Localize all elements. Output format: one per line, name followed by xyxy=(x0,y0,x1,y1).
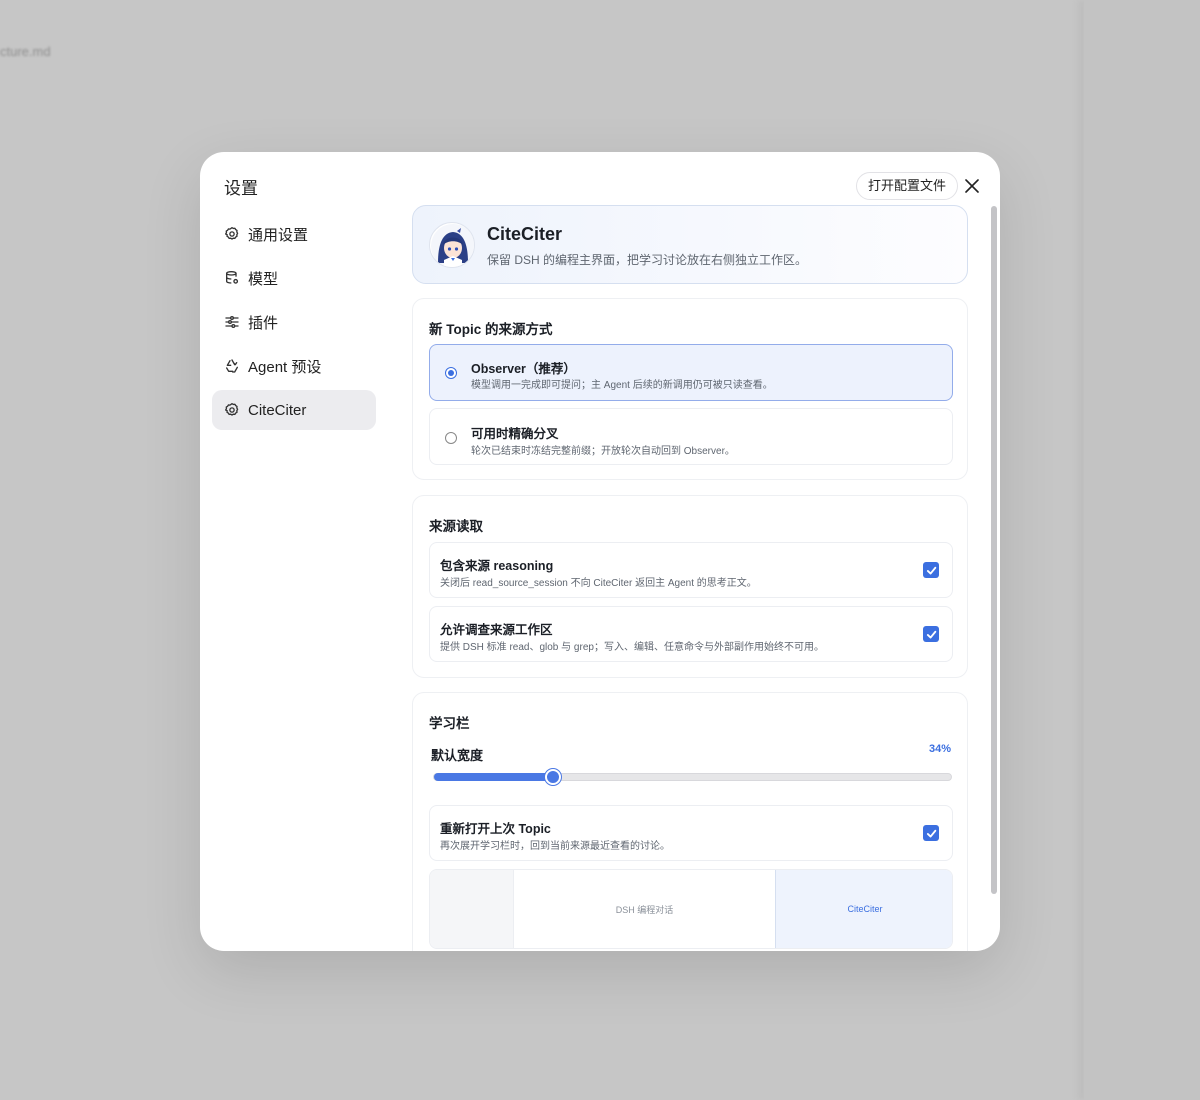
radio-button[interactable] xyxy=(445,432,457,444)
preview-main-label: DSH 编程对话 xyxy=(615,904,674,915)
sidebar-item-general[interactable]: 通用设置 xyxy=(212,214,376,254)
slider-thumb[interactable] xyxy=(544,769,561,785)
setting-row-reopen-topic: 重新打开上次 Topic 再次展开学习栏时，回到当前来源最近查看的讨论。 xyxy=(429,805,953,861)
option-observer[interactable]: Observer（推荐） 模型调用一完成即可提问；主 Agent 后续的新调用仍… xyxy=(429,344,953,401)
content-scrollbar[interactable] xyxy=(991,206,997,894)
reopen-topic-checkbox[interactable] xyxy=(923,825,939,841)
section-title: 学习栏 xyxy=(429,716,470,731)
option-desc: 模型调用一完成即可提问；主 Agent 后续的新调用仍可被只读查看。 xyxy=(471,380,773,391)
plugin-subtitle: 保留 DSH 的编程主界面，把学习讨论放在右侧独立工作区。 xyxy=(487,253,808,267)
gear-icon xyxy=(224,226,240,242)
sidebar-item-agent-presets[interactable]: Agent 预设 xyxy=(212,346,376,386)
radio-button[interactable] xyxy=(445,367,457,379)
checkmark-icon xyxy=(926,566,936,574)
section-title: 新 Topic 的来源方式 xyxy=(429,322,553,337)
setting-row-allow-workspace: 允许调查来源工作区 提供 DSH 标准 read、glob 与 grep；写入、… xyxy=(429,606,953,662)
setting-desc: 关闭后 read_source_session 不向 CiteCiter 返回主… xyxy=(440,578,757,589)
topic-source-card: 新 Topic 的来源方式 Observer（推荐） 模型调用一完成即可提问；主… xyxy=(412,298,968,480)
allow-workspace-checkbox[interactable] xyxy=(923,626,939,642)
close-button[interactable] xyxy=(962,176,982,196)
sidebar-item-label: 模型 xyxy=(248,270,279,288)
gear-icon xyxy=(224,402,240,418)
open-config-file-button[interactable]: 打开配置文件 xyxy=(856,172,959,200)
sliders-icon xyxy=(224,314,240,330)
option-precise-fork[interactable]: 可用时精确分叉 轮次已结束时冻结完整前缀；开放轮次自动回到 Observer。 xyxy=(429,408,953,465)
section-title: 来源读取 xyxy=(429,519,483,534)
checkmark-icon xyxy=(926,829,936,837)
background-right-panel xyxy=(1084,0,1200,1100)
source-read-card: 来源读取 包含来源 reasoning 关闭后 read_source_sess… xyxy=(412,495,968,678)
setting-desc: 再次展开学习栏时，回到当前来源最近查看的讨论。 xyxy=(440,841,670,852)
sidebar-item-plugins[interactable]: 插件 xyxy=(212,302,376,342)
setting-row-include-reasoning: 包含来源 reasoning 关闭后 read_source_session 不… xyxy=(429,542,953,598)
plugin-header-card: CiteCiter 保留 DSH 的编程主界面，把学习讨论放在右侧独立工作区。 xyxy=(412,205,968,284)
option-title: Observer（推荐） xyxy=(471,362,576,376)
sidebar-item-label: 插件 xyxy=(248,314,279,332)
setting-title: 包含来源 reasoning xyxy=(440,559,554,573)
sidebar-item-label: CiteCiter xyxy=(248,401,307,419)
checkmark-icon xyxy=(926,630,936,638)
option-title: 可用时精确分叉 xyxy=(471,427,559,441)
setting-desc: 提供 DSH 标准 read、glob 与 grep；写入、编辑、任意命令与外部… xyxy=(440,642,824,653)
default-width-value: 34% xyxy=(929,743,952,755)
setting-title: 允许调查来源工作区 xyxy=(440,623,553,637)
option-desc: 轮次已结束时冻结完整前缀；开放轮次自动回到 Observer。 xyxy=(471,446,735,457)
setting-title: 重新打开上次 Topic xyxy=(440,822,551,836)
default-width-slider[interactable] xyxy=(433,769,952,785)
sidebar-item-label: 通用设置 xyxy=(248,226,309,244)
settings-content: CiteCiter 保留 DSH 的编程主界面，把学习讨论放在右侧独立工作区。 … xyxy=(412,205,968,951)
close-icon xyxy=(965,179,979,193)
modal-title: 设置 xyxy=(224,179,258,198)
preview-side-label: CiteCiter xyxy=(775,870,952,948)
settings-sidebar: 通用设置 模型 插件 Agent 预设 CiteCiter xyxy=(212,214,376,434)
recycle-icon xyxy=(224,358,240,374)
default-width-label: 默认宽度 xyxy=(431,748,484,763)
include-reasoning-checkbox[interactable] xyxy=(923,562,939,578)
background-file-name: cture.md xyxy=(0,44,51,59)
sidebar-item-label: Agent 预设 xyxy=(248,358,322,376)
settings-modal: 设置 通用设置 模型 插件 Agent 预设 CiteCiter 打开配置文件 … xyxy=(200,152,1000,951)
preview-sidebar xyxy=(430,870,514,948)
study-bar-card: 学习栏 默认宽度 34% 重新打开上次 Topic 再次展开学习栏时，回到当前来… xyxy=(412,692,968,951)
avatar xyxy=(429,222,475,268)
sidebar-item-models[interactable]: 模型 xyxy=(212,258,376,298)
slider-fill xyxy=(434,773,553,781)
database-icon xyxy=(224,270,240,286)
plugin-name: CiteCiter xyxy=(487,224,563,244)
sidebar-item-citeciter[interactable]: CiteCiter xyxy=(212,390,376,430)
layout-preview: DSH 编程对话 CiteCiter xyxy=(429,869,953,949)
